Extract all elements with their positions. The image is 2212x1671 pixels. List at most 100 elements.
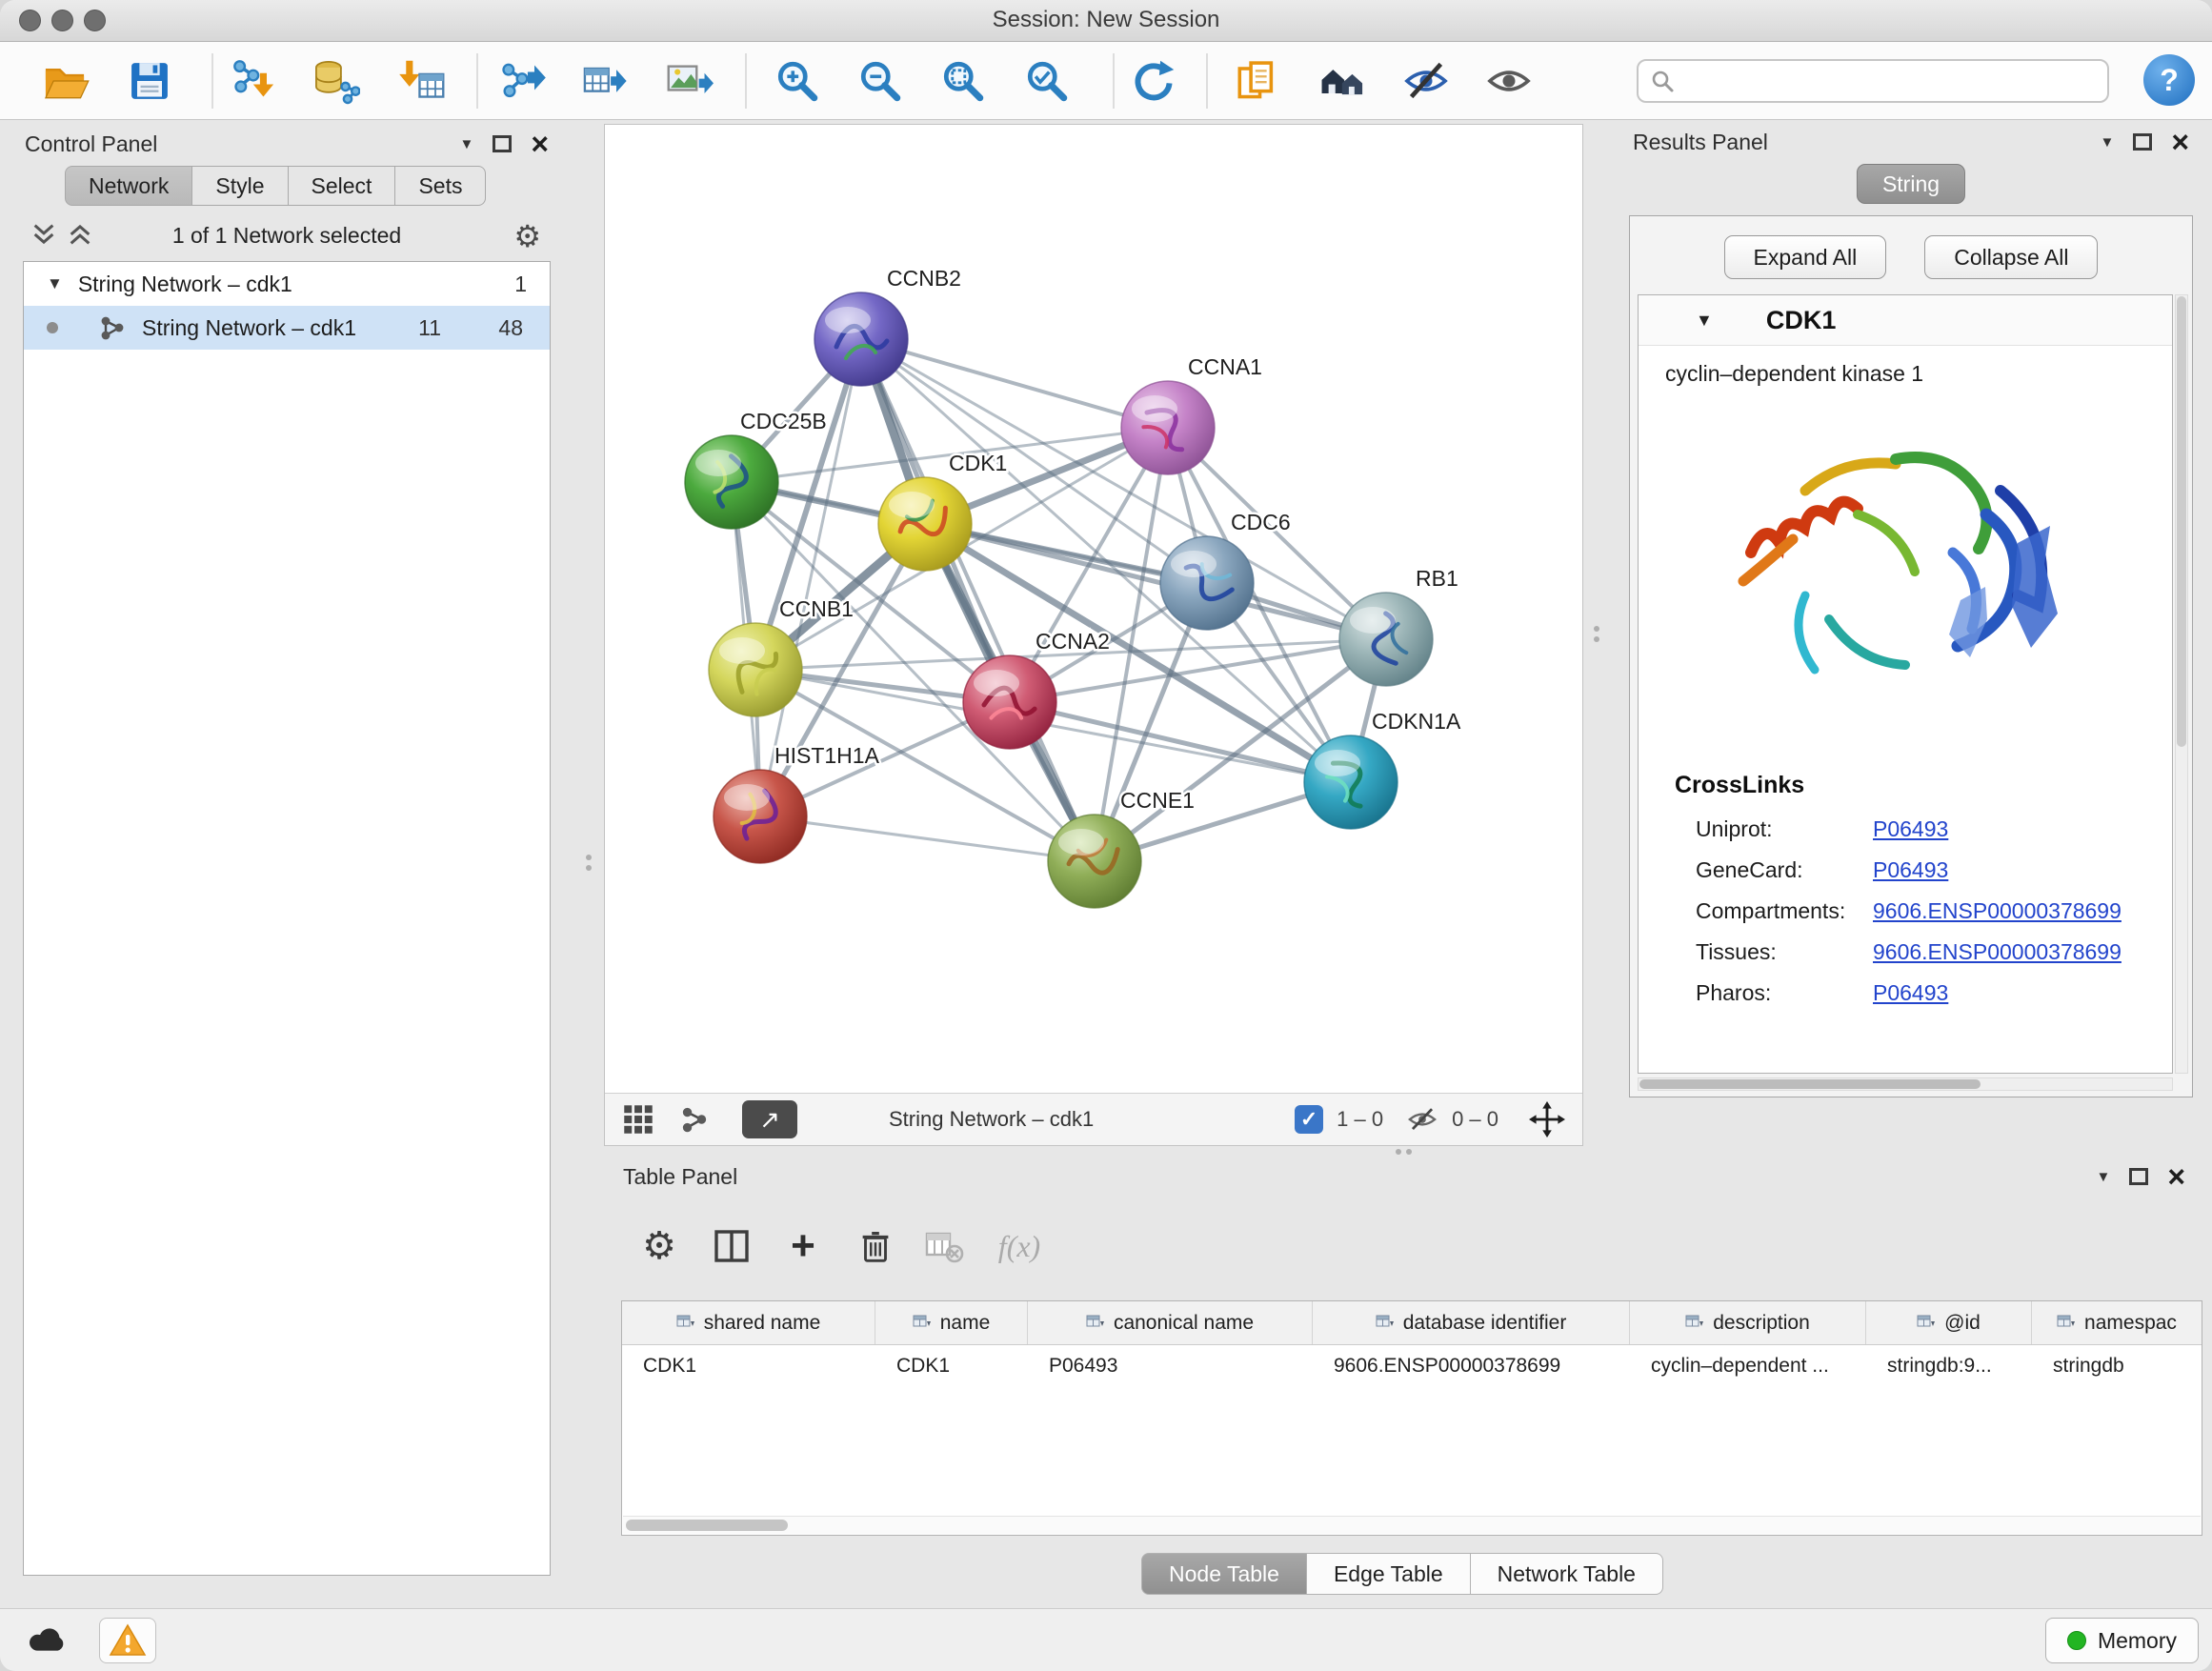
- panel-menu-icon[interactable]: ▼: [459, 136, 473, 152]
- open-in-window-button[interactable]: ↗: [742, 1100, 797, 1138]
- create-column-button[interactable]: +: [776, 1219, 830, 1273]
- tab-sets[interactable]: Sets: [395, 166, 486, 206]
- network-node-ccnb1[interactable]: CCNB1: [709, 596, 854, 716]
- table-options-gear-icon[interactable]: ⚙: [633, 1219, 686, 1273]
- hide-unhide-button[interactable]: [1398, 52, 1455, 110]
- collapse-all-networks-icon[interactable]: [30, 221, 57, 252]
- copy-document-button[interactable]: [1228, 52, 1285, 110]
- column-header[interactable]: namespac: [2032, 1301, 2202, 1344]
- tab-network[interactable]: Network: [65, 166, 192, 206]
- panel-menu-icon[interactable]: ▼: [2096, 1169, 2110, 1185]
- search-input[interactable]: [1684, 68, 2096, 94]
- crosslink-link[interactable]: P06493: [1873, 857, 1948, 883]
- control-panel: Control Panel ▼ × Network Style Select S…: [11, 126, 562, 1578]
- function-builder-button[interactable]: f(x): [993, 1219, 1046, 1273]
- right-splitter-grip[interactable]: [1593, 617, 1600, 650]
- zoom-selected-button[interactable]: [1018, 52, 1076, 110]
- selected-checkbox-icon[interactable]: ✓: [1295, 1105, 1323, 1134]
- export-image-button[interactable]: [660, 52, 717, 110]
- zoom-fit-button[interactable]: [935, 52, 992, 110]
- help-button[interactable]: ?: [2143, 54, 2195, 106]
- tab-edge-table[interactable]: Edge Table: [1307, 1553, 1471, 1595]
- column-header[interactable]: database identifier: [1313, 1301, 1630, 1344]
- scrollbar-thumb[interactable]: [626, 1520, 788, 1531]
- grid-view-icon[interactable]: [622, 1103, 654, 1136]
- bottom-splitter-grip[interactable]: [1387, 1148, 1419, 1156]
- panel-close-icon[interactable]: ×: [2171, 127, 2189, 157]
- zoom-in-button[interactable]: [769, 52, 826, 110]
- zoom-out-button[interactable]: [852, 52, 909, 110]
- panel-float-icon[interactable]: [493, 135, 512, 152]
- column-header[interactable]: canonical name: [1028, 1301, 1313, 1344]
- network-node-ccna1[interactable]: CCNA1: [1121, 354, 1262, 474]
- show-columns-button[interactable]: [705, 1219, 758, 1273]
- import-network-button[interactable]: [226, 52, 283, 110]
- zoom-fit-icon: [938, 56, 988, 106]
- toolbar-separator: [1113, 53, 1115, 109]
- network-edge[interactable]: [861, 339, 1095, 861]
- tab-style[interactable]: Style: [192, 166, 288, 206]
- import-network-from-database-button[interactable]: [307, 52, 364, 110]
- apply-layout-button[interactable]: [1125, 52, 1182, 110]
- table-horizontal-scrollbar[interactable]: [623, 1516, 2201, 1534]
- network-share-icon[interactable]: [679, 1104, 710, 1135]
- network-collection-row[interactable]: ▼ String Network – cdk1 1: [24, 262, 550, 306]
- crosslink-link[interactable]: P06493: [1873, 816, 1948, 842]
- warnings-button[interactable]: [99, 1618, 156, 1663]
- network-node-hist1h1a[interactable]: HIST1H1A: [714, 743, 880, 863]
- tab-string[interactable]: String: [1857, 164, 1965, 204]
- network-node-cdk1[interactable]: CDK1: [878, 451, 1007, 571]
- panel-menu-icon[interactable]: ▼: [2100, 134, 2114, 151]
- delete-table-button[interactable]: [917, 1219, 971, 1273]
- crosslink-link[interactable]: 9606.ENSP00000378699: [1873, 939, 2122, 965]
- tab-network-table[interactable]: Network Table: [1471, 1553, 1663, 1595]
- tree-caret-icon[interactable]: ▼: [47, 274, 63, 293]
- pan-crosshair-icon[interactable]: [1529, 1101, 1565, 1137]
- results-vertical-scrollbar[interactable]: [2175, 294, 2188, 1074]
- network-edge[interactable]: [861, 339, 1168, 428]
- network-edge[interactable]: [760, 816, 1095, 861]
- export-network-button[interactable]: [493, 52, 551, 110]
- node-label: HIST1H1A: [774, 743, 880, 768]
- export-table-button[interactable]: [575, 52, 633, 110]
- column-header[interactable]: name: [875, 1301, 1028, 1344]
- cloud-status-button[interactable]: [21, 1618, 74, 1661]
- expand-all-button[interactable]: Expand All: [1724, 235, 1887, 279]
- network-node-ccnb2[interactable]: CCNB2: [814, 266, 961, 386]
- delete-column-button[interactable]: [849, 1219, 902, 1273]
- import-table-button[interactable]: [394, 52, 452, 110]
- results-horizontal-scrollbar[interactable]: [1638, 1077, 2173, 1091]
- panel-close-icon[interactable]: ×: [531, 129, 549, 159]
- network-row-selected[interactable]: String Network – cdk1 11 48: [24, 306, 550, 350]
- toolbar-separator: [211, 53, 213, 109]
- network-canvas[interactable]: CCNB2CCNA1CDC25BCDK1CDC6RB1CCNB1CCNA2CDK…: [605, 125, 1582, 1093]
- open-session-button[interactable]: [36, 52, 93, 110]
- show-all-button[interactable]: [1480, 52, 1538, 110]
- save-session-button[interactable]: [121, 52, 178, 110]
- window-minimize-button[interactable]: [51, 10, 73, 31]
- left-splitter-grip[interactable]: [585, 846, 593, 878]
- window-zoom-button[interactable]: [84, 10, 106, 31]
- crosslink-link[interactable]: 9606.ENSP00000378699: [1873, 898, 2122, 924]
- crosslink-link[interactable]: P06493: [1873, 980, 1948, 1006]
- window-close-button[interactable]: [19, 10, 41, 31]
- panel-float-icon[interactable]: [2129, 1168, 2148, 1185]
- tab-node-table[interactable]: Node Table: [1141, 1553, 1307, 1595]
- home-button[interactable]: [1315, 52, 1372, 110]
- hidden-eye-slash-icon[interactable]: [1406, 1103, 1438, 1136]
- network-options-gear-icon[interactable]: ⚙: [513, 218, 541, 254]
- column-header[interactable]: shared name: [622, 1301, 875, 1344]
- column-header[interactable]: description: [1630, 1301, 1866, 1344]
- panel-close-icon[interactable]: ×: [2167, 1161, 2185, 1192]
- table-row[interactable]: CDK1CDK1P064939606.ENSP00000378699cyclin…: [622, 1345, 2202, 1387]
- panel-float-icon[interactable]: [2133, 133, 2152, 151]
- memory-button[interactable]: Memory: [2045, 1618, 2199, 1663]
- expand-all-networks-icon[interactable]: [67, 221, 93, 252]
- collapse-caret-icon[interactable]: ▼: [1696, 311, 1713, 331]
- network-node-cdkn1a[interactable]: CDKN1A: [1304, 709, 1461, 829]
- column-header[interactable]: @id: [1866, 1301, 2032, 1344]
- collapse-all-button[interactable]: Collapse All: [1924, 235, 2098, 279]
- network-node-rb1[interactable]: RB1: [1339, 566, 1458, 686]
- network-edge[interactable]: [925, 524, 1386, 639]
- tab-select[interactable]: Select: [289, 166, 396, 206]
